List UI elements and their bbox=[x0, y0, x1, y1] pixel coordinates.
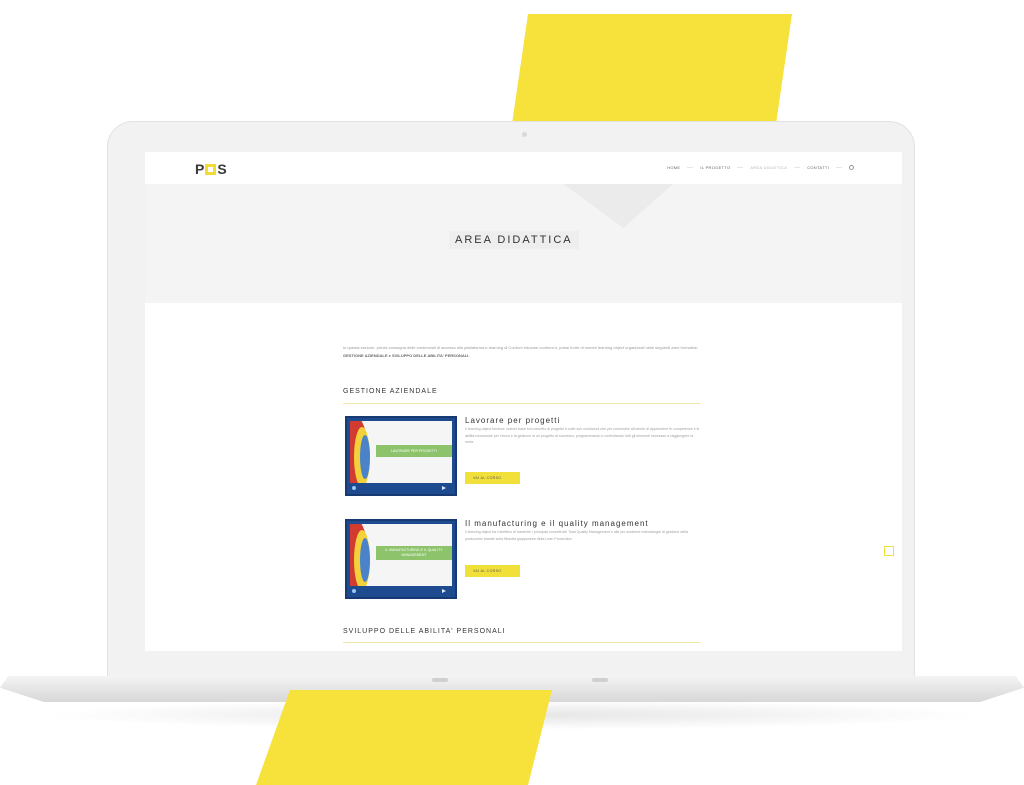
play-icon[interactable] bbox=[442, 486, 446, 490]
laptop-notch bbox=[432, 678, 448, 682]
yellow-stripe-bottom bbox=[256, 690, 552, 785]
player-bar bbox=[350, 588, 452, 594]
logo[interactable]: PS bbox=[195, 161, 227, 177]
main-nav: HOME IL PROGETTO AREA DIDATTICA CONTATTI bbox=[667, 165, 854, 170]
logo-letter-p: P bbox=[195, 161, 205, 177]
intro-text: In questa sezione, previa consegna delle… bbox=[343, 344, 703, 360]
swirl-graphic bbox=[360, 538, 370, 582]
camera-icon bbox=[522, 132, 527, 137]
nav-item-contatti[interactable]: CONTATTI bbox=[807, 165, 829, 170]
site-header: PS HOME IL PROGETTO AREA DIDATTICA CONTA… bbox=[145, 152, 902, 184]
section-title-gestione-aziendale: GESTIONE AZIENDALE bbox=[343, 388, 438, 395]
course-thumbnail[interactable]: LAVORARE PER PROGETTI bbox=[345, 416, 457, 496]
swirl-graphic bbox=[360, 435, 370, 479]
course-description: Il learning object ha l'obiettivo di tra… bbox=[465, 530, 688, 541]
thumbnail-slide: IL MANUFACTURING E IL QUALITY MANAGEMENT bbox=[350, 524, 452, 586]
play-icon[interactable] bbox=[442, 589, 446, 593]
course-card: IL MANUFACTURING E IL QUALITY MANAGEMENT… bbox=[343, 519, 703, 607]
nav-item-area-didattica[interactable]: AREA DIDATTICA bbox=[750, 165, 787, 170]
hero-banner: AREA DIDATTICA bbox=[145, 184, 902, 303]
thumbnail-slide: LAVORARE PER PROGETTI bbox=[350, 421, 452, 483]
player-logo-icon bbox=[352, 486, 356, 490]
nav-item-home[interactable]: HOME bbox=[667, 165, 680, 170]
intro-highlight: GESTIONE AZIENDALE e SVILUPPO DELLE ABIL… bbox=[343, 353, 470, 358]
website-screen: PS HOME IL PROGETTO AREA DIDATTICA CONTA… bbox=[145, 152, 902, 651]
go-to-course-button[interactable]: VAI AL CORSO bbox=[465, 472, 520, 484]
course-card: LAVORARE PER PROGETTI Lavorare per proge… bbox=[343, 416, 703, 504]
scroll-top-icon[interactable] bbox=[884, 546, 894, 556]
search-icon[interactable] bbox=[849, 165, 854, 170]
course-title[interactable]: Il manufacturing e il quality management bbox=[465, 519, 649, 528]
hero-decoration bbox=[563, 184, 673, 228]
course-thumbnail[interactable]: IL MANUFACTURING E IL QUALITY MANAGEMENT bbox=[345, 519, 457, 599]
go-to-course-button[interactable]: VAI AL CORSO bbox=[465, 565, 520, 577]
course-description: Il learning object fornisce nozioni base… bbox=[465, 427, 700, 444]
course-title[interactable]: Lavorare per progetti bbox=[465, 416, 560, 425]
player-logo-icon bbox=[352, 589, 356, 593]
nav-divider bbox=[737, 167, 744, 168]
nav-divider bbox=[836, 167, 842, 168]
section-divider bbox=[343, 403, 700, 404]
nav-divider bbox=[794, 167, 801, 168]
section-title-sviluppo-abilita: SVILUPPO DELLE ABILITA' PERSONALI bbox=[343, 628, 506, 635]
logo-letter-s: S bbox=[217, 161, 227, 177]
thumbnail-label: LAVORARE PER PROGETTI bbox=[376, 445, 452, 457]
player-bar bbox=[350, 485, 452, 491]
laptop-notch bbox=[592, 678, 608, 682]
page-title: AREA DIDATTICA bbox=[449, 231, 579, 249]
intro-body: In questa sezione, previa consegna delle… bbox=[343, 345, 699, 350]
nav-divider bbox=[687, 167, 694, 168]
logo-square-icon bbox=[205, 164, 217, 175]
nav-item-il-progetto[interactable]: IL PROGETTO bbox=[700, 165, 730, 170]
thumbnail-label: IL MANUFACTURING E IL QUALITY MANAGEMENT bbox=[376, 546, 452, 560]
section-divider bbox=[343, 642, 700, 643]
